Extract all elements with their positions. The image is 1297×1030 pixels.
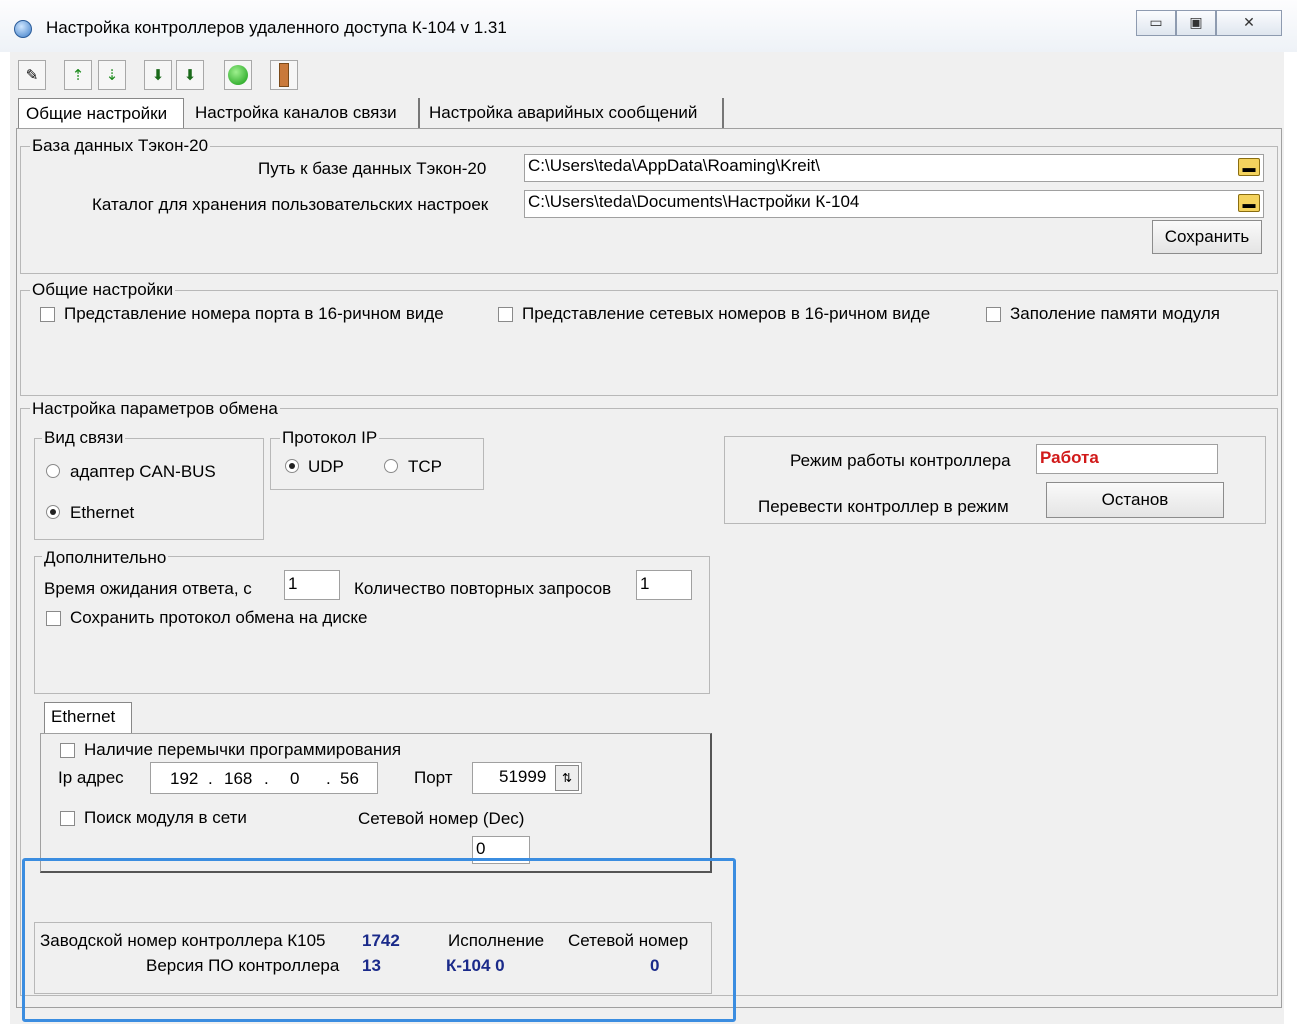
- ethernet-label: Ethernet: [70, 503, 135, 522]
- jumper-checkbox[interactable]: [60, 743, 75, 758]
- connect-icon[interactable]: [224, 60, 252, 90]
- window-title: Настройка контроллеров удаленного доступ…: [46, 18, 507, 37]
- retries-input[interactable]: 1: [636, 570, 692, 600]
- net-hex-checkbox[interactable]: [498, 307, 513, 322]
- ip-label: Ip адрес: [58, 768, 124, 787]
- save-log-checkbox[interactable]: [46, 611, 61, 626]
- export-icon[interactable]: ⬇: [176, 60, 204, 90]
- tab-general[interactable]: Общие настройки: [18, 98, 184, 128]
- fill-memory-checkbox[interactable]: [986, 307, 1001, 322]
- close-button[interactable]: ✕: [1216, 10, 1282, 36]
- link-type-legend: Вид связи: [42, 428, 126, 448]
- can-label: адаптер CAN-BUS: [70, 462, 216, 481]
- folder-icon[interactable]: ▬: [1238, 158, 1260, 176]
- fill-memory-label: Заполение памяти модуля: [1010, 304, 1220, 323]
- stop-button[interactable]: Останов: [1046, 482, 1224, 518]
- mode-value: Работа: [1036, 444, 1218, 474]
- port-hex-label: Представление номера порта в 16-ричном в…: [64, 304, 444, 323]
- ip-octet-4: 56: [340, 769, 359, 788]
- jumper-label: Наличие перемычки программирования: [84, 740, 402, 759]
- catalog-label: Каталог для хранения пользовательских на…: [92, 195, 489, 214]
- spin-arrows-icon[interactable]: ⇅: [555, 765, 579, 791]
- extra-legend: Дополнительно: [42, 548, 169, 568]
- ethernet-radio[interactable]: [46, 505, 60, 519]
- db-path-label: Путь к базе данных Тэкон-20: [258, 159, 487, 178]
- app-icon: [14, 20, 32, 38]
- db-path-input[interactable]: C:\Users\teda\AppData\Roaming\Kreit\: [524, 154, 1264, 182]
- link-type-group: [34, 438, 264, 540]
- timeout-input[interactable]: 1: [284, 570, 340, 600]
- add-icon[interactable]: ⇡: [64, 60, 92, 90]
- general-legend: Общие настройки: [30, 280, 176, 300]
- save-button[interactable]: Сохранить: [1152, 220, 1262, 254]
- netnum-label: Сетевой номер (Dec): [358, 809, 525, 828]
- search-module-label: Поиск модуля в сети: [84, 808, 247, 827]
- protocol-legend: Протокол IP: [280, 428, 380, 448]
- port-hex-checkbox[interactable]: [40, 307, 55, 322]
- search-module-checkbox[interactable]: [60, 811, 75, 826]
- tcp-radio[interactable]: [384, 459, 398, 473]
- ip-octet-1: 192: [170, 769, 199, 788]
- can-radio[interactable]: [46, 464, 60, 478]
- tab-alarms[interactable]: Настройка аварийных сообщений: [422, 98, 724, 128]
- download-icon[interactable]: ⇣: [98, 60, 126, 90]
- mode-label: Режим работы контроллера: [790, 451, 1011, 470]
- ip-octet-3: 0: [290, 769, 300, 788]
- database-legend: База данных Тэкон-20: [30, 136, 211, 156]
- timeout-label: Время ожидания ответа, с: [44, 579, 252, 598]
- retries-label: Количество повторных запросов: [354, 579, 612, 598]
- catalog-input[interactable]: C:\Users\teda\Documents\Настройки К-104: [524, 190, 1264, 218]
- ip-dot: .: [264, 769, 269, 788]
- udp-label: UDP: [308, 457, 344, 476]
- edit-icon[interactable]: ✎: [18, 60, 46, 90]
- net-hex-label: Представление сетевых номеров в 16-рично…: [522, 304, 931, 323]
- device-icon[interactable]: [270, 60, 298, 90]
- folder-icon[interactable]: ▬: [1238, 194, 1260, 212]
- save-log-label: Сохранить протокол обмена на диске: [70, 608, 368, 627]
- tab-channels[interactable]: Настройка каналов связи: [188, 98, 420, 128]
- ethernet-tab-label: Ethernet: [51, 707, 116, 726]
- import-icon[interactable]: ⬇: [144, 60, 172, 90]
- switch-mode-label: Перевести контроллер в режим: [758, 497, 1009, 516]
- exchange-legend: Настройка параметров обмена: [30, 399, 280, 419]
- highlight-box: [22, 858, 736, 1022]
- maximize-button[interactable]: ▣: [1176, 10, 1216, 36]
- minimize-button[interactable]: ▭: [1136, 10, 1176, 36]
- ip-dot: .: [326, 769, 331, 788]
- ip-octet-2: 168: [224, 769, 253, 788]
- udp-radio[interactable]: [285, 459, 299, 473]
- tcp-label: TCP: [408, 457, 442, 476]
- port-label: Порт: [414, 768, 453, 787]
- ip-dot: .: [208, 769, 213, 788]
